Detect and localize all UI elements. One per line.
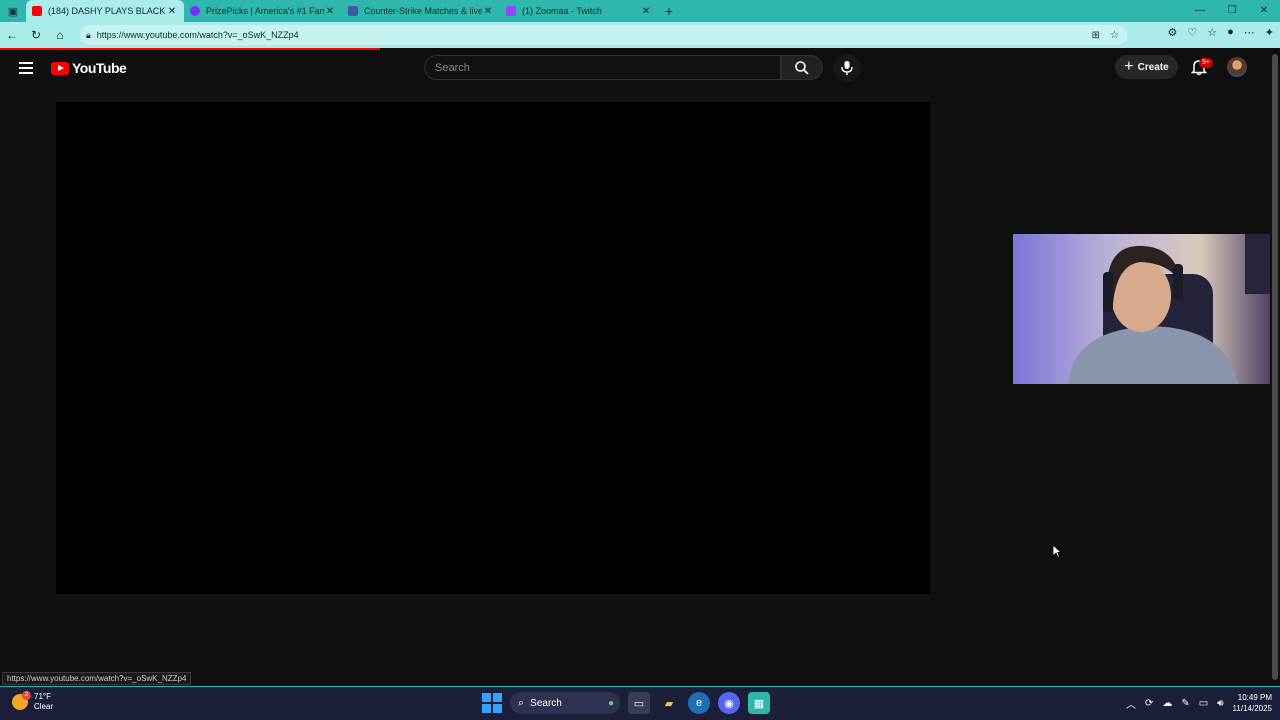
volume-icon[interactable]: 🔊︎	[1217, 698, 1223, 709]
copilot-icon[interactable]: ✦	[1265, 26, 1274, 39]
onedrive-cloud-icon[interactable]: ☁	[1162, 698, 1172, 709]
youtube-header: YouTube + Create 9+	[0, 50, 1280, 86]
lock-icon[interactable]: 🔒︎	[86, 30, 91, 41]
streamer-webcam-image	[1013, 234, 1280, 384]
microphone-icon	[841, 61, 853, 75]
tab-title: Counter-Strike Matches & livesco	[364, 6, 482, 16]
tab-title: (1) Zoomaa - Twitch	[522, 6, 602, 16]
plus-icon: +	[1124, 58, 1134, 75]
new-tab-button[interactable]: +	[658, 3, 680, 19]
extensions-icon[interactable]: ⚙	[1168, 26, 1178, 39]
file-explorer-icon[interactable]: ▰	[658, 692, 680, 714]
search-box[interactable]	[424, 55, 781, 80]
network-icon[interactable]: ▭	[1199, 698, 1208, 709]
app-available-icon[interactable]: ⊞	[1092, 30, 1100, 41]
weather-alert-badge: 2	[22, 691, 31, 700]
close-tab-icon[interactable]: ✕	[166, 6, 178, 17]
search-highlight-icon: ●	[607, 697, 614, 709]
search-icon: ⌕	[518, 696, 525, 709]
close-window-icon[interactable]: ✕	[1248, 0, 1280, 22]
taskbar-clock[interactable]: 10:49 PM 11/14/2025	[1233, 692, 1272, 714]
search-button[interactable]	[781, 55, 823, 80]
tab-prizepicks[interactable]: PrizePicks | America's #1 Fantasy ✕	[184, 0, 342, 22]
system-tray: ︿ ⟳ ☁ ✎ ▭ 🔊︎ 10:49 PM 11/14/2025	[1126, 692, 1272, 714]
mouse-cursor-icon	[1052, 544, 1062, 558]
discord-icon[interactable]: ◉	[718, 692, 740, 714]
restore-icon[interactable]: ❐	[1216, 0, 1248, 22]
tab-title: PrizePicks | America's #1 Fantasy	[206, 6, 324, 16]
tab-title: (184) DASHY PLAYS BLACK OPS 7	[48, 6, 166, 16]
edge-browser-icon[interactable]: e	[688, 692, 710, 714]
browser-toolbar: ← ↻ ⌂ 🔒︎ https://www.youtube.com/watch?v…	[0, 22, 1280, 48]
close-tab-icon[interactable]: ✕	[482, 6, 494, 17]
home-icon[interactable]: ⌂	[48, 28, 72, 42]
address-bar[interactable]: 🔒︎ https://www.youtube.com/watch?v=_oSwK…	[80, 25, 1127, 45]
task-view-icon[interactable]: ▭	[628, 692, 650, 714]
notification-count-badge: 9+	[1199, 58, 1213, 68]
pen-icon[interactable]: ✎	[1181, 698, 1189, 709]
search-input[interactable]	[435, 61, 780, 74]
browser-essentials-icon[interactable]: ♡	[1187, 26, 1197, 39]
weather-sun-icon: 2	[12, 691, 31, 710]
taskbar-apps: ⌕ Search ● ▭ ▰ e ◉ ▦	[482, 692, 770, 714]
taskbar-search-label: Search	[530, 697, 562, 709]
tab-actions-menu-icon[interactable]: ▣	[0, 0, 26, 22]
page-scrollbar[interactable]	[1270, 50, 1280, 686]
youtube-favicon-icon	[32, 6, 42, 16]
app-icon[interactable]: ▦	[748, 692, 770, 714]
windows-start-icon[interactable]	[482, 693, 502, 713]
taskbar-search[interactable]: ⌕ Search ●	[510, 692, 620, 714]
browser-tools: ⚙ ♡ ☆ ● ⋯ ✦	[1168, 26, 1275, 39]
account-avatar[interactable]	[1227, 57, 1247, 77]
create-button[interactable]: + Create	[1115, 55, 1178, 79]
search-icon	[795, 60, 809, 75]
status-bar-url: https://www.youtube.com/watch?v=_oSwK_NZ…	[2, 672, 192, 685]
profile-icon[interactable]: ●	[1227, 26, 1234, 39]
tab-counter-strike[interactable]: Counter-Strike Matches & livesco ✕	[342, 0, 500, 22]
clock-date: 11/14/2025	[1232, 704, 1272, 713]
favorites-icon[interactable]: ☆	[1207, 26, 1217, 39]
show-hidden-icons-icon[interactable]: ︿	[1126, 696, 1136, 711]
tab-twitch[interactable]: (1) Zoomaa - Twitch ✕	[500, 0, 658, 22]
youtube-play-icon	[51, 61, 69, 75]
sync-icon[interactable]: ⟳	[1145, 698, 1153, 709]
prizepicks-favicon-icon	[190, 6, 200, 16]
twitch-favicon-icon	[506, 6, 516, 16]
refresh-icon[interactable]: ↻	[24, 28, 48, 42]
weather-desc: Clear	[34, 702, 54, 711]
favorite-star-icon[interactable]: ☆	[1110, 30, 1119, 41]
video-player[interactable]	[56, 102, 930, 594]
back-arrow-icon[interactable]: ←	[0, 28, 24, 42]
create-label: Create	[1137, 61, 1169, 73]
minimize-icon[interactable]: —	[1184, 0, 1216, 22]
tab-youtube[interactable]: (184) DASHY PLAYS BLACK OPS 7 ✕	[26, 0, 184, 22]
voice-search-button[interactable]	[833, 54, 861, 82]
weather-widget[interactable]: 2 71°F Clear	[12, 691, 54, 712]
close-tab-icon[interactable]: ✕	[324, 6, 336, 17]
menu-hamburger-icon[interactable]	[19, 62, 33, 74]
youtube-wordmark: YouTube	[72, 60, 127, 76]
browser-tab-strip: ▣ (184) DASHY PLAYS BLACK OPS 7 ✕ PrizeP…	[0, 0, 1280, 22]
windows-taskbar: 2 71°F Clear ⌕ Search ● ▭ ▰ e ◉ ▦ ︿ ⟳ ☁ …	[0, 686, 1280, 720]
weather-temp: 71°F	[34, 692, 51, 701]
more-options-icon[interactable]: ⋯	[1244, 26, 1255, 39]
hltv-favicon-icon	[348, 6, 358, 16]
window-controls: — ❐ ✕	[1184, 0, 1280, 22]
url-text[interactable]: https://www.youtube.com/watch?v=_oSwK_NZ…	[97, 30, 299, 40]
youtube-logo[interactable]: YouTube	[51, 60, 127, 76]
webcam-overlay	[1013, 234, 1280, 384]
clock-time: 10:49 PM	[1237, 693, 1272, 702]
close-tab-icon[interactable]: ✕	[640, 6, 652, 17]
scrollbar-thumb[interactable]	[1272, 54, 1278, 680]
